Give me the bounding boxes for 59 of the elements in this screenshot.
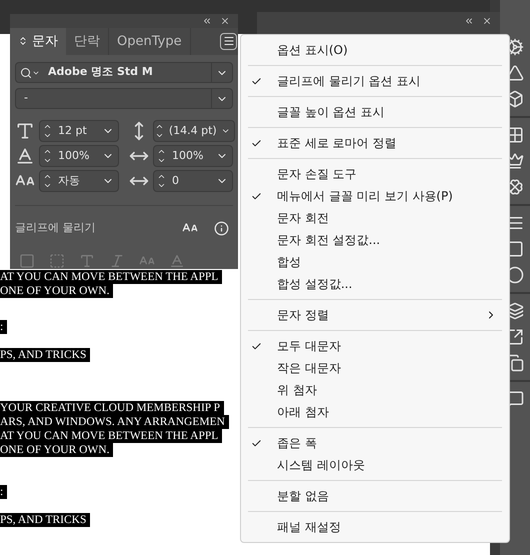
- field-value: (14.4 pt): [168, 122, 218, 139]
- highlighted-text: :: [0, 485, 8, 499]
- menu-item[interactable]: 옵션 표시(O): [241, 39, 509, 61]
- field-value: 자동: [57, 172, 81, 189]
- menu-button[interactable]: [220, 32, 237, 50]
- highlighted-text: ONE OF YOUR OWN.: [0, 443, 114, 457]
- menu-item[interactable]: 문자 회전: [241, 207, 509, 229]
- menu-icon: [222, 35, 234, 48]
- number-field[interactable]: 100%: [39, 145, 119, 167]
- menu-item[interactable]: 문자 손질 도구: [241, 163, 509, 185]
- number-field[interactable]: 0: [153, 170, 233, 192]
- collapse-icon[interactable]: [464, 16, 474, 26]
- highlighted-text: ONE OF YOUR OWN.: [0, 284, 114, 298]
- highlighted-text: PS, AND TRICKS: [0, 513, 90, 527]
- menu-item[interactable]: 합성: [241, 251, 509, 273]
- highlighted-text: AT YOU CAN MOVE BETWEEN THE APPL: [0, 429, 222, 443]
- menu-item[interactable]: 문자 회전 설정값...: [241, 229, 509, 251]
- menu-item[interactable]: 분할 없음: [241, 485, 509, 507]
- baseline-icon: [15, 146, 35, 166]
- field-value: 100%: [171, 148, 204, 164]
- type-icon: [15, 121, 35, 141]
- field-value: 12 pt: [57, 122, 88, 139]
- menu-item[interactable]: 메뉴에서 글꼴 미리 보기 사용(P): [241, 185, 509, 207]
- font-family-field[interactable]: Adobe 명조 Std M: [15, 62, 233, 83]
- highlighted-text: :: [0, 320, 8, 334]
- collapse-icon[interactable]: [202, 16, 212, 26]
- menu-item[interactable]: 글리프에 물리기 옵션 표시: [241, 70, 509, 92]
- menu-item[interactable]: 표준 세로 로마어 정렬: [241, 132, 509, 154]
- highlighted-text: ARS, AND WINDOWS. ANY ARRANGEMEN: [0, 415, 229, 429]
- highlighted-text: AT YOU CAN MOVE BETWEEN THE APPL: [0, 270, 222, 284]
- highlighted-text: PS, AND TRICKS: [0, 348, 90, 362]
- menu-item[interactable]: 합성 설정값...: [241, 273, 509, 295]
- number-field[interactable]: (14.4 pt): [153, 120, 235, 142]
- menu-item[interactable]: 문자 정렬: [241, 304, 509, 326]
- number-field[interactable]: 12 pt: [39, 120, 119, 142]
- menu-item[interactable]: 패널 재설정: [241, 516, 509, 538]
- menu-item[interactable]: 시스템 레이아웃: [241, 454, 509, 476]
- menu-item[interactable]: 작은 대문자: [241, 357, 509, 379]
- font-style-field[interactable]: -: [15, 88, 233, 109]
- snap-label: 글리프에 물리기: [15, 220, 96, 236]
- close-icon[interactable]: [220, 16, 230, 26]
- field-value: 0: [171, 172, 180, 189]
- close-icon[interactable]: [482, 16, 492, 26]
- number-field[interactable]: 자동: [39, 170, 119, 192]
- menu-item[interactable]: 모두 대문자: [241, 335, 509, 357]
- menu-item[interactable]: 아래 첨자: [241, 401, 509, 423]
- search-icon[interactable]: [20, 66, 32, 78]
- panel-tab[interactable]: 단락: [66, 28, 109, 55]
- highlighted-text: YOUR CREATIVE CLOUD MEMBERSHIP P: [0, 401, 224, 415]
- panel-tab[interactable]: OpenType: [109, 28, 191, 55]
- number-field[interactable]: 100%: [153, 145, 233, 167]
- menu-item[interactable]: 위 첨자: [241, 379, 509, 401]
- info-icon[interactable]: [214, 220, 229, 236]
- panel-tab[interactable]: 문자: [10, 28, 66, 55]
- up-down-icon: [18, 36, 28, 46]
- stepper-icon[interactable]: [154, 122, 165, 140]
- field-value: 100%: [57, 148, 90, 164]
- menu-item[interactable]: 좁은 폭: [241, 432, 509, 454]
- menu-item[interactable]: 글꼴 높이 옵션 표시: [241, 101, 509, 123]
